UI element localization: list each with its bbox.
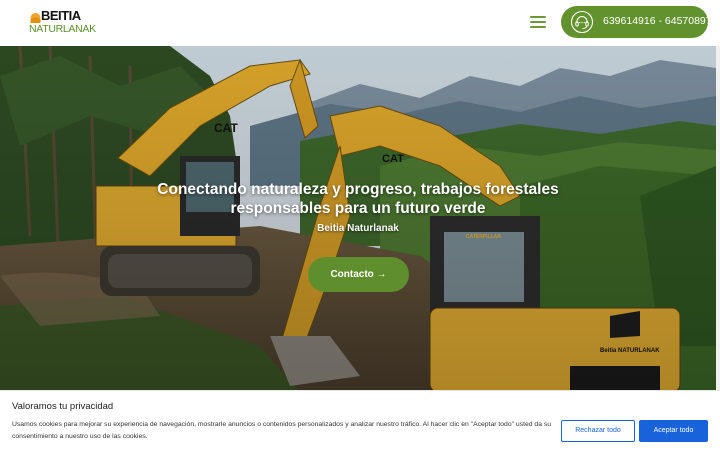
logo-wordmark-top: BEITIA <box>41 8 81 23</box>
hero-title: Conectando naturaleza y progreso, trabaj… <box>157 181 559 217</box>
site-header: BEITIA NATURLANAK 639614916 - 645708975 <box>0 0 720 46</box>
hero-subtitle: Beitia Naturlanak <box>317 223 399 234</box>
logo-wordmark-bottom: NATURLANAK <box>29 23 96 35</box>
cookie-banner: Valoramos tu privacidad Usamos cookies p… <box>0 390 720 450</box>
hero-section: CAT CAT CATERPILLAR Beitia NATURLANAK Co… <box>0 46 716 392</box>
logo[interactable]: BEITIA NATURLANAK <box>29 8 96 36</box>
phone-numbers: 639614916 - 645708975 <box>603 15 718 27</box>
headset-icon <box>570 10 594 34</box>
cookie-description: Usamos cookies para mejorar su experienc… <box>12 421 552 440</box>
contact-button[interactable]: Contacto → <box>308 257 409 292</box>
hero-image: CAT CAT CATERPILLAR Beitia NATURLANAK <box>0 46 716 392</box>
accept-all-button[interactable]: Aceptar todo <box>639 420 708 442</box>
hamburger-icon[interactable] <box>530 15 546 29</box>
cookie-title: Valoramos tu privacidad <box>12 401 114 412</box>
reject-all-button[interactable]: Rechazar todo <box>561 420 635 442</box>
phone-button[interactable]: 639614916 - 645708975 <box>561 6 717 38</box>
scrollbar[interactable] <box>716 46 720 392</box>
